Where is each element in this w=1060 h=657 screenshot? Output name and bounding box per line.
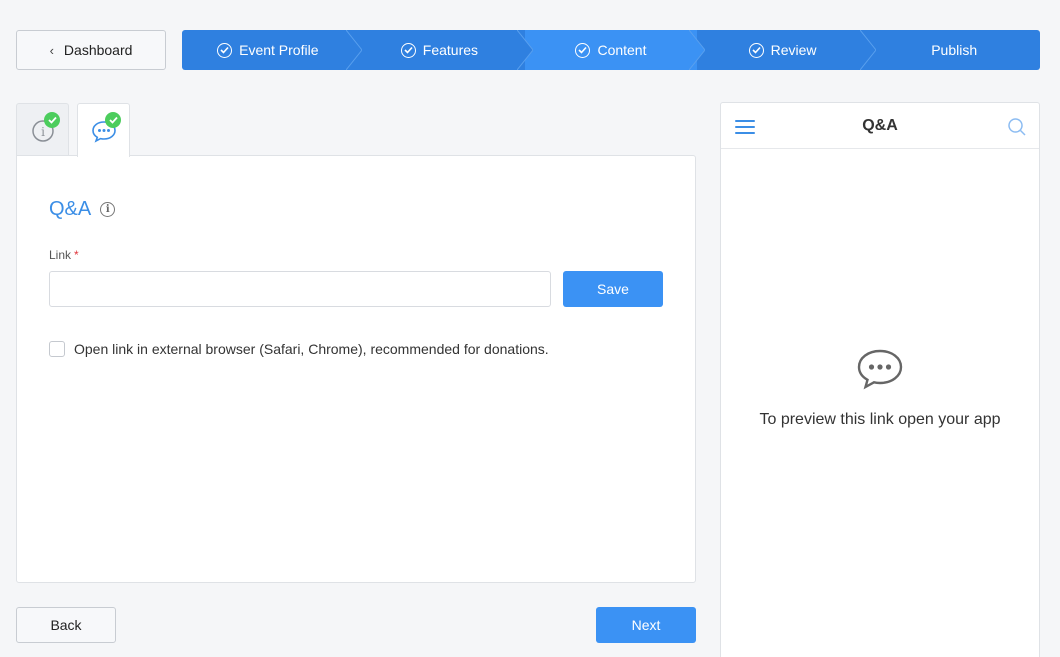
progress-stepper: Event Profile Features Content Review Pu…	[182, 30, 1040, 70]
external-browser-option[interactable]: Open link in external browser (Safari, C…	[49, 341, 549, 357]
preview-title: Q&A	[862, 116, 898, 134]
check-circle-icon	[575, 42, 591, 58]
tab-info[interactable]: i	[16, 103, 69, 156]
step-publish[interactable]: Publish	[868, 30, 1040, 70]
chat-bubble-icon	[857, 349, 903, 390]
page-title: Q&A i	[49, 198, 116, 221]
content-panel: Q&A i Link * Save Open link in external b…	[16, 155, 696, 583]
chevron-left-icon: ‹	[49, 42, 54, 58]
completed-check-icon	[105, 112, 121, 128]
step-label: Features	[422, 42, 479, 58]
back-button[interactable]: Back	[16, 607, 116, 643]
link-input[interactable]	[49, 271, 551, 307]
required-mark: *	[74, 248, 79, 262]
app-preview: Q&A To preview this link open your app	[720, 102, 1040, 657]
dashboard-label: Dashboard	[63, 42, 133, 58]
tab-qa[interactable]	[77, 103, 130, 157]
link-field-label: Link *	[49, 248, 79, 262]
link-label-text: Link	[49, 248, 72, 262]
svg-text:i: i	[41, 125, 45, 139]
page-title-text: Q&A	[49, 198, 92, 220]
step-label: Event Profile	[239, 42, 319, 58]
step-label: Publish	[931, 42, 978, 58]
step-content[interactable]: Content	[525, 30, 705, 70]
step-separator	[688, 30, 705, 70]
check-circle-icon	[400, 42, 416, 58]
step-separator	[517, 30, 534, 70]
step-separator	[860, 30, 877, 70]
preview-header: Q&A	[721, 103, 1039, 149]
completed-check-icon	[44, 112, 60, 128]
info-icon[interactable]: i	[100, 202, 116, 217]
step-review[interactable]: Review	[697, 30, 877, 70]
check-circle-icon	[748, 42, 764, 58]
external-browser-label: Open link in external browser (Safari, C…	[74, 341, 549, 357]
step-features[interactable]: Features	[354, 30, 534, 70]
step-label: Review	[770, 42, 817, 58]
check-circle-icon	[217, 42, 233, 58]
step-event-profile[interactable]: Event Profile	[182, 30, 362, 70]
step-label: Content	[597, 42, 647, 58]
hamburger-menu-icon[interactable]	[735, 120, 755, 134]
external-browser-checkbox[interactable]	[49, 341, 65, 357]
search-icon[interactable]	[1007, 117, 1027, 137]
dashboard-button[interactable]: ‹ Dashboard	[16, 30, 166, 70]
step-separator	[345, 30, 362, 70]
next-button[interactable]: Next	[596, 607, 696, 643]
preview-message: To preview this link open your app	[759, 411, 1001, 428]
save-button[interactable]: Save	[563, 271, 663, 307]
